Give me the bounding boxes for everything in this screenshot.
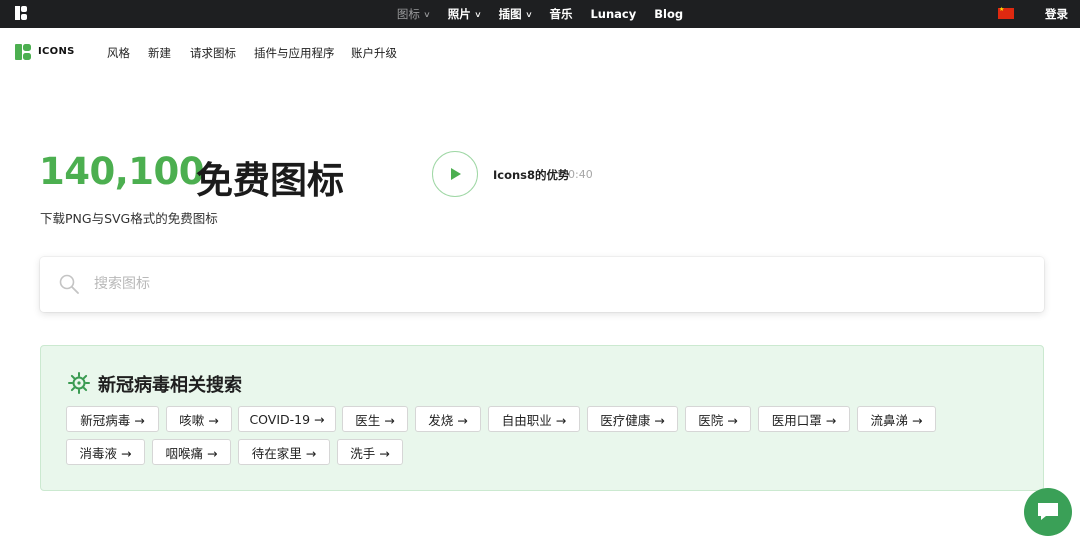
page-subtitle: 下载PNG与SVG格式的免费图标 bbox=[40, 211, 218, 226]
video-duration: 0:40 bbox=[568, 168, 593, 181]
covid-search-chip[interactable]: 待在家里 → bbox=[238, 439, 330, 465]
covid-related-card: 新冠病毒相关搜索 新冠病毒 → 咳嗽 → COVID-19 → 医生 → 发烧 … bbox=[40, 345, 1044, 491]
covid-search-chip[interactable]: 咽喉痛 → bbox=[152, 439, 231, 465]
top-nav-label: 图标 bbox=[396, 7, 420, 21]
covid-search-chip[interactable]: 消毒液 → bbox=[66, 439, 145, 465]
top-nav-label: Lunacy bbox=[590, 7, 637, 21]
icon-count: 140,100 bbox=[39, 150, 205, 193]
search-input[interactable] bbox=[94, 272, 994, 296]
top-nav-label: 插图 bbox=[498, 7, 522, 21]
covid-search-chip[interactable]: 发烧 → bbox=[415, 406, 481, 432]
video-label[interactable]: Icons8的优势 bbox=[493, 167, 570, 183]
covid-search-chip[interactable]: 咳嗽 → bbox=[166, 406, 232, 432]
top-nav-label: 照片 bbox=[447, 7, 471, 21]
chevron-down-icon: ∨ bbox=[473, 9, 482, 19]
chevron-down-icon: ∨ bbox=[524, 9, 533, 19]
flag-cn-icon[interactable] bbox=[998, 6, 1014, 19]
top-nav-label: Blog bbox=[654, 7, 684, 21]
chat-button[interactable] bbox=[1024, 488, 1072, 536]
subnav-request-icon[interactable]: 请求图标 bbox=[190, 45, 236, 61]
subnav-styles[interactable]: 风格 bbox=[107, 45, 130, 61]
covid-search-chip[interactable]: 洗手 → bbox=[337, 439, 403, 465]
top-nav-photos[interactable]: 照片 ∨ bbox=[447, 0, 482, 28]
top-nav-blog[interactable]: Blog bbox=[654, 0, 683, 28]
covid-search-chip[interactable]: 流鼻涕 → bbox=[857, 406, 936, 432]
top-nav-lunacy[interactable]: Lunacy bbox=[590, 0, 636, 28]
covid-search-chip[interactable]: 医用口罩 → bbox=[758, 406, 850, 432]
chevron-down-icon: ∨ bbox=[423, 9, 431, 19]
covid-search-chip[interactable]: 医生 → bbox=[342, 406, 408, 432]
covid-search-chip[interactable]: 医疗健康 → bbox=[587, 406, 678, 432]
login-link[interactable]: 登录 bbox=[1045, 6, 1068, 22]
brand-text[interactable]: ICONS bbox=[38, 46, 75, 57]
top-bar: 图标∨ 照片∨ 插图∨ 音乐 Lunacy Blog 登录 bbox=[0, 0, 1080, 28]
play-icon bbox=[451, 168, 461, 180]
covid-section-title: 新冠病毒相关搜索 bbox=[98, 375, 242, 396]
top-nav: 图标 ∨ 照片 ∨ 插图 ∨ 音乐 Lunacy Blog bbox=[0, 0, 1080, 28]
page-title: 免费图标 bbox=[196, 159, 344, 202]
virus-icon bbox=[68, 372, 90, 394]
search-bar bbox=[40, 257, 1044, 312]
covid-search-chip[interactable]: 医院 → bbox=[685, 406, 751, 432]
search-icon bbox=[59, 274, 79, 294]
subnav-plugins-apps[interactable]: 插件与应用程序 bbox=[254, 45, 335, 61]
covid-search-chip[interactable]: COVID-19 → bbox=[238, 406, 336, 432]
top-nav-label: 音乐 bbox=[549, 7, 573, 21]
subnav-upgrade[interactable]: 账户升级 bbox=[351, 45, 397, 61]
subnav-new[interactable]: 新建 bbox=[148, 45, 171, 61]
top-nav-icons[interactable]: 图标 ∨ bbox=[396, 0, 431, 28]
covid-search-chip[interactable]: 新冠病毒 → bbox=[66, 406, 159, 432]
covid-search-chip[interactable]: 自由职业 → bbox=[488, 406, 580, 432]
brand-logo-icon[interactable] bbox=[15, 44, 31, 60]
chat-icon bbox=[1038, 503, 1058, 520]
top-nav-music[interactable]: 音乐 bbox=[549, 0, 572, 28]
top-nav-illustrations[interactable]: 插图 ∨ bbox=[498, 0, 533, 28]
play-video-button[interactable] bbox=[432, 151, 478, 197]
